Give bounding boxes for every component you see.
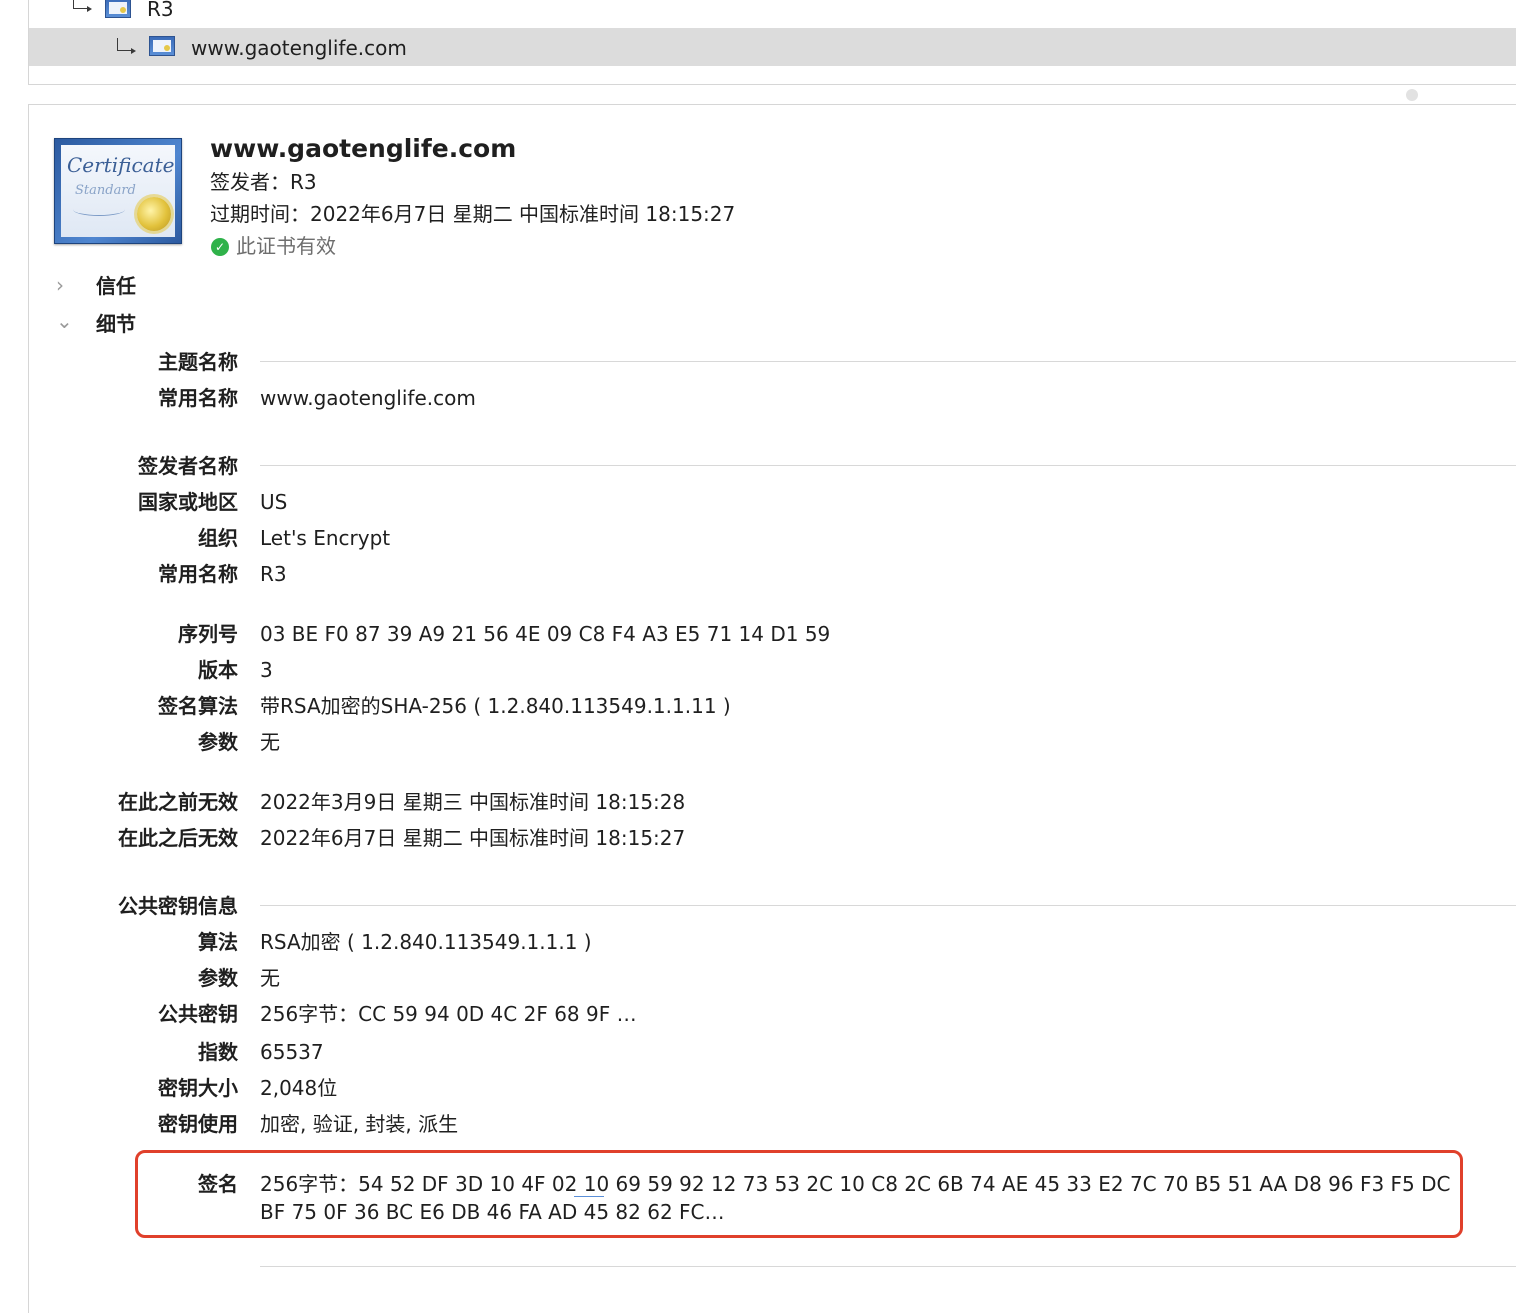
not-valid-before-value: 2022年3月9日 星期三 中国标准时间 18:15:28: [260, 790, 686, 814]
certificate-issuer: 签发者：R3: [210, 170, 317, 194]
signature-algorithm-value: 带RSA加密的SHA-256 ( 1.2.840.113549.1.1.11 ): [260, 694, 731, 718]
certificate-detail-panel[interactable]: [28, 104, 1516, 1313]
tree-row-r3[interactable]: R3: [29, 0, 1516, 28]
tree-connector-icon: [117, 38, 136, 54]
tree-connector-icon: [73, 0, 92, 12]
certificate-icon: [149, 36, 175, 56]
public-key-algorithm-value: RSA加密 ( 1.2.840.113549.1.1.1 ): [260, 930, 592, 954]
signature-value[interactable]: 256字节：54 52 DF 3D 10 4F 02 10 69 59 92 1…: [260, 1170, 1516, 1226]
public-key-parameters-label: 参数: [198, 966, 238, 990]
public-key-parameters-value: 无: [260, 966, 280, 990]
certificate-icon: [105, 0, 131, 18]
public-key-algorithm-label: 算法: [198, 930, 238, 954]
subject-common-name-value: www.gaotenglife.com: [260, 386, 476, 410]
subject-name-heading: 主题名称: [158, 350, 238, 374]
issuer-name-heading: 签发者名称: [138, 454, 238, 478]
issuer-org-label: 组织: [198, 526, 238, 550]
divider: [260, 465, 1516, 466]
public-key-value: 256字节：CC 59 94 0D 4C 2F 68 9F …: [260, 1002, 637, 1026]
parameters-label: 参数: [198, 730, 238, 754]
tree-row-selected-cert[interactable]: www.gaotenglife.com: [29, 28, 1516, 66]
serial-number-label: 序列号: [178, 622, 238, 646]
certificate-title: www.gaotenglife.com: [210, 134, 517, 163]
public-key-label: 公共密钥: [158, 1002, 238, 1026]
issuer-org-value: Let's Encrypt: [260, 526, 391, 550]
issuer-country-label: 国家或地区: [138, 490, 238, 514]
text-selection-marker: [574, 1196, 604, 1197]
key-size-value: 2,048位: [260, 1076, 338, 1100]
divider: [260, 361, 1516, 362]
trust-disclosure-icon[interactable]: ›: [56, 270, 64, 300]
signature-label: 签名: [198, 1172, 238, 1196]
details-disclosure-icon[interactable]: ⌄: [56, 306, 73, 336]
issuer-common-name-value: R3: [260, 562, 287, 586]
certificate-chain-tree: R3 www.gaotenglife.com: [28, 0, 1516, 85]
validity-status: 此证书有效: [236, 234, 336, 258]
not-valid-after-value: 2022年6月7日 星期二 中国标准时间 18:15:27: [260, 826, 686, 850]
certificate-large-icon: Certificate Standard: [54, 138, 182, 244]
divider: [260, 1266, 1516, 1267]
serial-number-value: 03 BE F0 87 39 A9 21 56 4E 09 C8 F4 A3 E…: [260, 622, 831, 646]
split-view-handle[interactable]: [1406, 89, 1418, 101]
subject-common-name-label: 常用名称: [158, 386, 238, 410]
not-valid-before-label: 在此之前无效: [118, 790, 238, 814]
not-valid-after-label: 在此之后无效: [118, 826, 238, 850]
key-size-label: 密钥大小: [158, 1076, 238, 1100]
key-usage-label: 密钥使用: [158, 1112, 238, 1136]
version-label: 版本: [198, 658, 238, 682]
exponent-label: 指数: [198, 1040, 238, 1064]
certificate-expiry: 过期时间：2022年6月7日 星期二 中国标准时间 18:15:27: [210, 202, 736, 226]
signature-algorithm-label: 签名算法: [158, 694, 238, 718]
issuer-country-value: US: [260, 490, 288, 514]
public-key-info-heading: 公共密钥信息: [118, 894, 238, 918]
section-details[interactable]: 细节: [96, 309, 136, 339]
certificate-seal-icon: [137, 197, 171, 231]
checkmark-circle-icon: ✓: [211, 238, 229, 256]
key-usage-value: 加密, 验证, 封装, 派生: [260, 1112, 459, 1136]
tree-label-r3: R3: [147, 0, 174, 21]
exponent-value: 65537: [260, 1040, 324, 1064]
version-value: 3: [260, 658, 273, 682]
parameters-value: 无: [260, 730, 280, 754]
divider: [260, 905, 1516, 906]
issuer-common-name-label: 常用名称: [158, 562, 238, 586]
section-trust[interactable]: 信任: [96, 271, 136, 301]
tree-label-selected: www.gaotenglife.com: [191, 36, 407, 60]
